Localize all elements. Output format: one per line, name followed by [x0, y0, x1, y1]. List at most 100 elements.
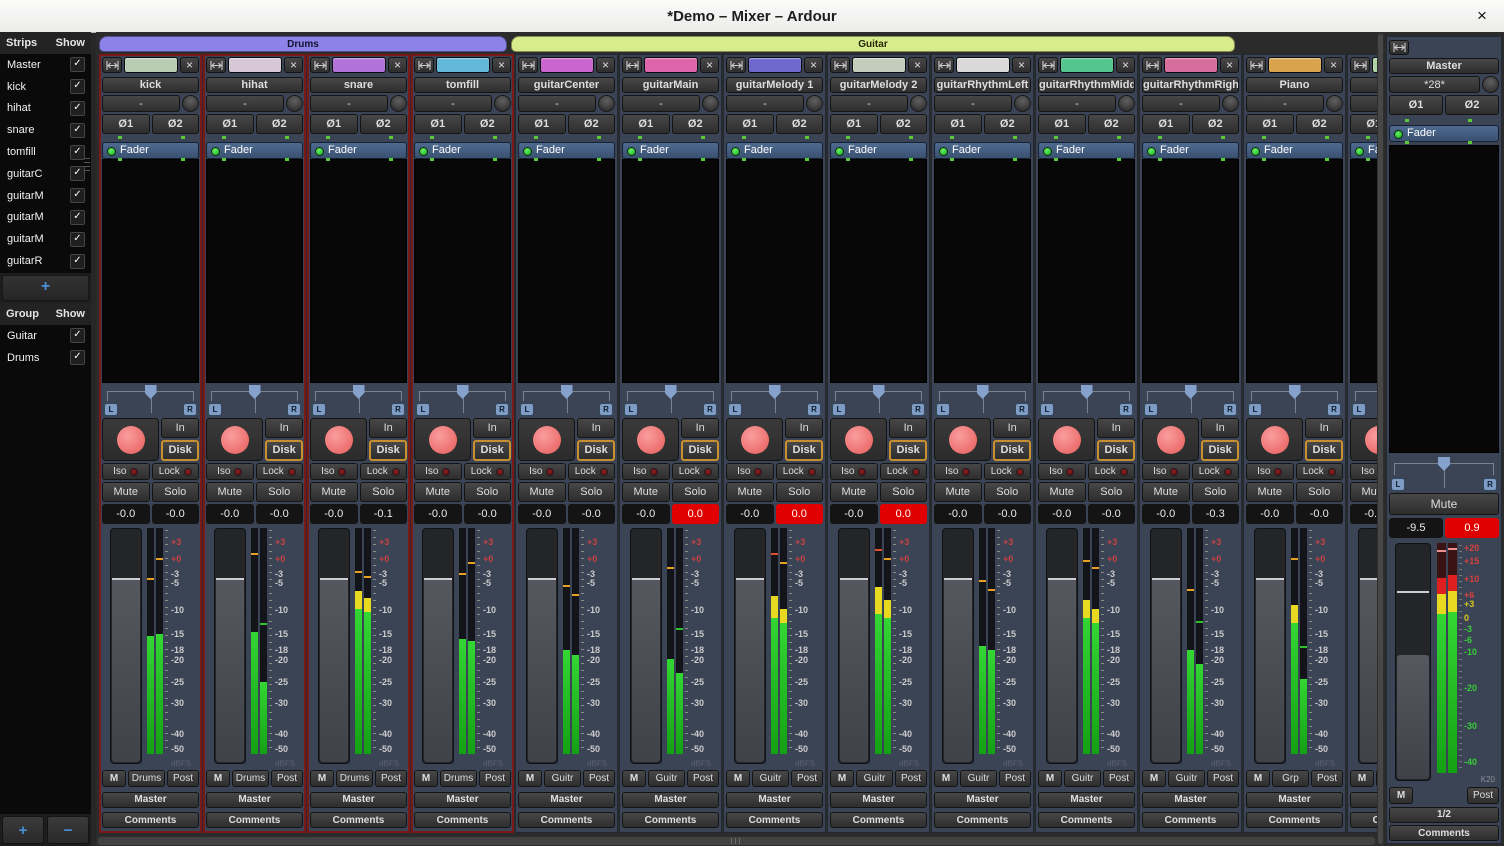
solo-lock-button[interactable]: Lock: [984, 463, 1032, 480]
invert2-button[interactable]: Ø2: [152, 114, 200, 134]
mute-button[interactable]: Mute: [726, 482, 774, 502]
input-button[interactable]: -: [310, 95, 388, 112]
monitor-input-button[interactable]: In: [265, 418, 303, 438]
strip-width-button[interactable]: [102, 57, 122, 73]
metering-point-button[interactable]: Post: [1311, 770, 1343, 787]
comments-button[interactable]: Comments: [1389, 825, 1499, 841]
monitor-disk-button[interactable]: Disk: [889, 440, 927, 462]
mute-button[interactable]: Mute: [310, 482, 358, 502]
strip-close-button[interactable]: ×: [908, 57, 927, 73]
monitor-section-button[interactable]: M: [830, 770, 854, 787]
invert1-button[interactable]: Ø1: [310, 114, 358, 134]
pan-left-button[interactable]: L: [208, 403, 222, 416]
pan-right-button[interactable]: R: [1015, 403, 1029, 416]
mute-button[interactable]: Mute: [102, 482, 150, 502]
group-tab-drums[interactable]: Drums: [99, 36, 507, 52]
comments-button[interactable]: Comments: [1350, 812, 1377, 828]
comments-button[interactable]: Comments: [206, 812, 303, 828]
output-button[interactable]: Master: [310, 792, 407, 808]
monitor-disk-button[interactable]: Disk: [265, 440, 303, 462]
remove-group-button[interactable]: −: [47, 816, 89, 844]
invert2-button[interactable]: Ø2: [880, 114, 928, 134]
trim-knob[interactable]: [1326, 95, 1343, 112]
fader-processor-button[interactable]: Fader: [414, 142, 511, 159]
record-arm-button[interactable]: [1142, 418, 1199, 461]
sidebar-list-item[interactable]: kick ✓: [0, 76, 91, 98]
processor-box[interactable]: [206, 159, 303, 383]
input-button[interactable]: -: [934, 95, 1012, 112]
monitor-disk-button[interactable]: Disk: [577, 440, 615, 462]
monitor-section-button[interactable]: M: [414, 770, 438, 787]
gain-fader[interactable]: [422, 528, 454, 764]
peak-display[interactable]: -0.0: [1296, 504, 1344, 524]
strip-color[interactable]: [1060, 57, 1114, 73]
record-arm-button[interactable]: [206, 418, 263, 461]
metering-point-button[interactable]: Post: [479, 770, 511, 787]
sidebar-list-item[interactable]: Drums ✓: [0, 347, 91, 369]
pan-widget[interactable]: L R: [206, 385, 303, 416]
strip-name-button[interactable]: guitarMain: [622, 77, 719, 93]
monitor-disk-button[interactable]: Disk: [681, 440, 719, 462]
solo-isolate-button[interactable]: Iso: [726, 463, 774, 480]
pan-widget[interactable]: L R: [102, 385, 199, 416]
invert1-button[interactable]: Ø1: [1350, 114, 1377, 134]
peak-display[interactable]: -0.0: [568, 504, 616, 524]
solo-lock-button[interactable]: Lock: [672, 463, 720, 480]
pan-widget[interactable]: L R: [622, 385, 719, 416]
comments-button[interactable]: Comments: [1142, 812, 1239, 828]
visibility-checkbox[interactable]: ✓: [70, 123, 85, 138]
pan-right-button[interactable]: R: [391, 403, 405, 416]
mute-button[interactable]: Mute: [414, 482, 462, 502]
fader-processor-button[interactable]: Fader: [1350, 142, 1377, 159]
strip-color[interactable]: [748, 57, 802, 73]
strip-name-button[interactable]: guitarMelody 1: [726, 77, 823, 93]
pan-right-button[interactable]: R: [495, 403, 509, 416]
strip-name-button[interactable]: guitarRhythmMiddle: [1038, 77, 1135, 93]
invert2-button[interactable]: Ø2: [1088, 114, 1136, 134]
master-route-button[interactable]: *28*: [1389, 76, 1480, 93]
gain-fader[interactable]: [214, 528, 246, 764]
record-arm-button[interactable]: [1246, 418, 1303, 461]
solo-lock-button[interactable]: Lock: [1088, 463, 1136, 480]
processor-box[interactable]: [830, 159, 927, 383]
trim-knob[interactable]: [806, 95, 823, 112]
monitor-disk-button[interactable]: Disk: [993, 440, 1031, 462]
metering-point-button[interactable]: Post: [1103, 770, 1135, 787]
visibility-checkbox[interactable]: ✓: [70, 328, 85, 343]
peak-display[interactable]: -0.3: [1192, 504, 1240, 524]
solo-lock-button[interactable]: Lock: [776, 463, 824, 480]
add-strip-button[interactable]: +: [2, 275, 89, 301]
invert2-button[interactable]: Ø2: [672, 114, 720, 134]
solo-lock-button[interactable]: Lock: [256, 463, 304, 480]
metering-point-button[interactable]: Post: [687, 770, 719, 787]
invert1-button[interactable]: Ø1: [1142, 114, 1190, 134]
fader-handle[interactable]: [632, 578, 660, 580]
strip-width-button[interactable]: [622, 57, 642, 73]
invert2-button[interactable]: Ø2: [464, 114, 512, 134]
solo-isolate-button[interactable]: Iso: [934, 463, 982, 480]
monitor-disk-button[interactable]: Disk: [1201, 440, 1239, 462]
strip-name-button[interactable]: snare: [310, 77, 407, 93]
fader-processor-button[interactable]: Fader: [1142, 142, 1239, 159]
invert2-button[interactable]: Ø2: [1296, 114, 1344, 134]
solo-isolate-button[interactable]: Iso: [414, 463, 462, 480]
monitor-section-button[interactable]: M: [1350, 770, 1374, 787]
strip-close-button[interactable]: ×: [1116, 57, 1135, 73]
comments-button[interactable]: Comments: [934, 812, 1031, 828]
strip-color[interactable]: [852, 57, 906, 73]
solo-button[interactable]: Solo: [152, 482, 200, 502]
input-button[interactable]: -: [518, 95, 596, 112]
record-arm-button[interactable]: [414, 418, 471, 461]
invert1-button[interactable]: Ø1: [1246, 114, 1294, 134]
sidebar-list-item[interactable]: guitarM ✓: [0, 228, 91, 250]
fader-processor-button[interactable]: Fader: [1389, 125, 1499, 142]
pan-widget[interactable]: L R: [1246, 385, 1343, 416]
strip-name-button[interactable]: guitarRhythmLeft: [934, 77, 1031, 93]
pan-right-button[interactable]: R: [599, 403, 613, 416]
gain-display[interactable]: -0.0: [310, 504, 358, 524]
solo-isolate-button[interactable]: Iso: [518, 463, 566, 480]
metering-point-button[interactable]: Post: [167, 770, 199, 787]
monitor-input-button[interactable]: In: [1305, 418, 1343, 438]
metering-point-button[interactable]: Post: [1467, 787, 1499, 804]
input-button[interactable]: -: [206, 95, 284, 112]
